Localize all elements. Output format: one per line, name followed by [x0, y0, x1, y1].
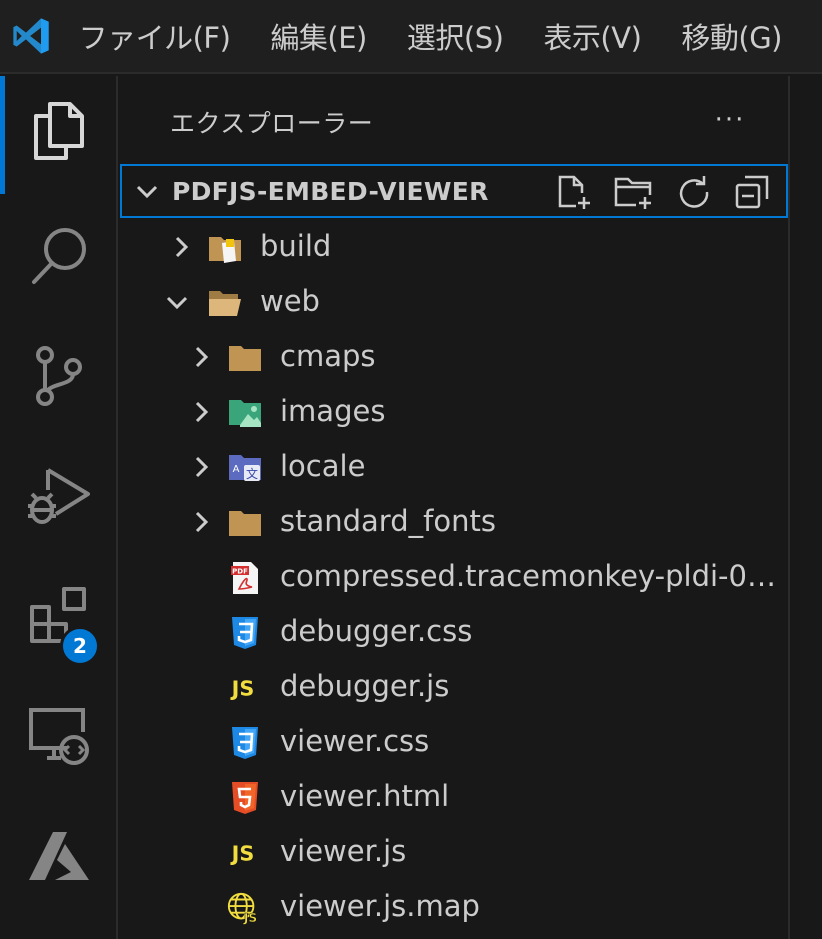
tree-item-build[interactable]: build	[120, 220, 788, 275]
tree-item-web[interactable]: web	[120, 275, 788, 330]
tree-item-viewer-js-map[interactable]: JS viewer.js.map	[120, 880, 788, 935]
tree-item-label: standard_fonts	[280, 504, 496, 538]
workspace-title: PDFJS-EMBED-VIEWER	[172, 177, 489, 206]
new-file-icon	[558, 175, 590, 209]
folder-images-icon	[228, 396, 262, 430]
folder-locale-icon: 文A	[228, 451, 262, 485]
tree-item-viewer-js[interactable]: JS viewer.js	[120, 825, 788, 880]
activity-explorer[interactable]	[0, 76, 118, 194]
file-tree: build web cmaps images 文 A locale standa…	[120, 220, 788, 935]
activity-search[interactable]	[0, 201, 118, 311]
explorer-sidebar: エクスプローラー ··· PDFJS-EMBED-VIEWER build we…	[120, 76, 788, 939]
activity-run-debug[interactable]	[0, 441, 118, 551]
svg-text:JS: JS	[230, 677, 255, 701]
tree-item-label: cmaps	[280, 339, 376, 373]
css-file-icon	[228, 616, 262, 650]
search-icon	[32, 228, 86, 284]
tree-item-label: viewer.html	[280, 779, 450, 813]
menu-go[interactable]: 移動(G)	[681, 15, 782, 57]
menu-view[interactable]: 表示(V)	[543, 15, 641, 57]
tree-item-viewer-css[interactable]: viewer.css	[120, 715, 788, 770]
map-file-icon: JS	[226, 891, 260, 925]
activity-bar: 2	[0, 76, 118, 939]
folder-icon	[228, 341, 262, 375]
explorer-icon	[34, 102, 84, 160]
tree-item-label: compressed.tracemonkey-pldi-09...	[280, 559, 785, 593]
new-file-button[interactable]	[554, 174, 594, 210]
html-file-icon	[228, 781, 262, 815]
tree-item-viewer-html[interactable]: viewer.html	[120, 770, 788, 825]
chevron-right-icon	[175, 236, 189, 258]
new-folder-icon	[614, 177, 652, 209]
source-control-icon	[36, 346, 82, 406]
folder-icon	[228, 506, 262, 540]
tree-item-label: viewer.js.map	[280, 889, 480, 923]
menu-bar: ファイル(F) 編集(E) 選択(S) 表示(V) 移動(G)	[0, 0, 822, 74]
svg-text:A: A	[233, 464, 240, 475]
run-debug-icon	[28, 468, 90, 524]
tree-item-locale[interactable]: 文A locale	[120, 440, 788, 495]
chevron-right-icon	[195, 511, 209, 533]
tree-item-pdf-file[interactable]: PDF compressed.tracemonkey-pldi-09...	[120, 550, 788, 605]
chevron-down-icon	[136, 185, 158, 199]
more-actions-icon[interactable]: ···	[710, 102, 750, 138]
tree-item-label: viewer.js	[280, 834, 407, 868]
sidebar-title: エクスプローラー	[170, 109, 374, 138]
activity-extensions[interactable]: 2	[0, 561, 118, 671]
svg-text:PDF: PDF	[232, 568, 248, 576]
sidebar-header: エクスプローラー ···	[120, 76, 788, 164]
tree-item-label: build	[260, 229, 332, 263]
js-file-icon: JS	[226, 671, 260, 705]
refresh-button[interactable]	[674, 174, 714, 210]
tree-item-debugger-js[interactable]: JS debugger.js	[120, 660, 788, 715]
tree-item-label: web	[260, 284, 320, 318]
tree-item-label: locale	[280, 449, 366, 483]
new-folder-button[interactable]	[614, 174, 654, 210]
azure-icon	[29, 832, 89, 880]
remote-explorer-icon	[29, 708, 89, 765]
extensions-badge: 2	[60, 626, 100, 666]
menu-edit[interactable]: 編集(E)	[270, 15, 367, 57]
svg-text:文: 文	[246, 466, 258, 481]
folder-build-icon	[208, 231, 242, 265]
menu-selection[interactable]: 選択(S)	[407, 15, 504, 57]
svg-text:JS: JS	[230, 842, 255, 866]
chevron-right-icon	[195, 401, 209, 423]
workspace-section-header[interactable]: PDFJS-EMBED-VIEWER	[120, 164, 788, 218]
chevron-right-icon	[195, 456, 209, 478]
tree-item-label: viewer.css	[280, 724, 430, 758]
css-file-icon	[228, 726, 262, 760]
tree-item-cmaps[interactable]: cmaps	[120, 330, 788, 385]
tree-item-standard-fonts[interactable]: standard_fonts	[120, 495, 788, 550]
svg-text:JS: JS	[243, 911, 257, 925]
chevron-right-icon	[195, 346, 209, 368]
vscode-logo-icon[interactable]	[0, 0, 63, 73]
tree-item-images[interactable]: images	[120, 385, 788, 440]
editor-edge	[788, 76, 822, 939]
js-file-icon: JS	[226, 836, 260, 870]
pdf-file-icon: PDF	[228, 561, 262, 595]
folder-open-icon	[208, 286, 242, 320]
activity-azure[interactable]	[0, 801, 118, 911]
chevron-down-icon	[166, 296, 188, 310]
activity-remote-explorer[interactable]	[0, 681, 118, 791]
menu-file[interactable]: ファイル(F)	[79, 15, 231, 57]
tree-item-label: images	[280, 394, 386, 428]
tree-item-debugger-css[interactable]: debugger.css	[120, 605, 788, 660]
tree-item-label: debugger.css	[280, 614, 473, 648]
tree-item-label: debugger.js	[280, 669, 450, 703]
collapse-all-button[interactable]	[732, 174, 772, 210]
activity-source-control[interactable]	[0, 321, 118, 431]
collapse-all-icon	[735, 175, 769, 209]
refresh-icon	[679, 176, 709, 208]
